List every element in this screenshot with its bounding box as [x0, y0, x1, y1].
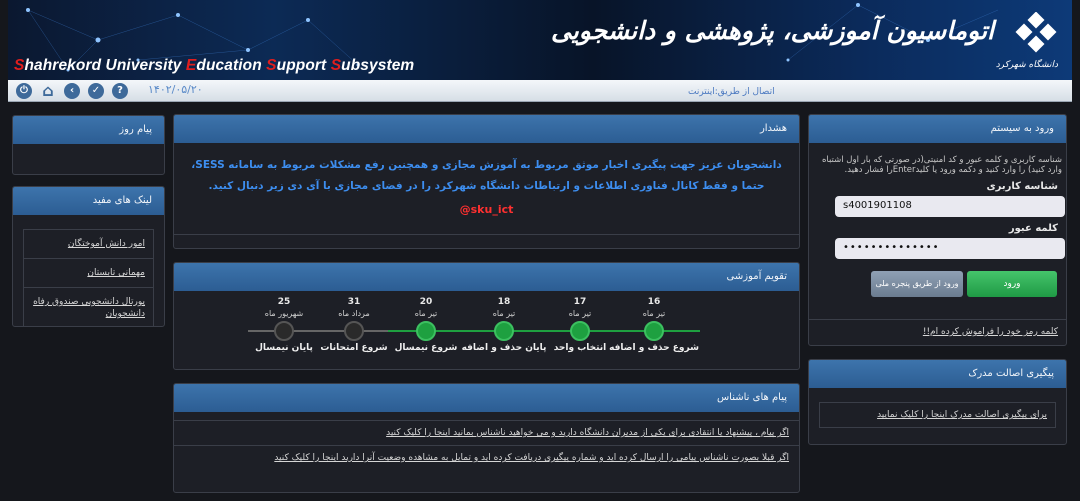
link-item-graduates[interactable]: امور دانش آموختگان [24, 230, 153, 259]
timeline-day: 17 [573, 297, 587, 307]
timeline-node-done [570, 321, 590, 341]
timeline-node-pending [344, 321, 364, 341]
alert-handle: @sku_ict [459, 203, 514, 216]
certificate-panel: پیگیری اصالت مدرک برای پیگیری اصالت مدرک… [808, 359, 1067, 445]
useful-links-title: لینک های مفید [13, 187, 164, 215]
header-banner: Shahrekord University Education Support … [8, 0, 1072, 80]
university-logo-icon [1015, 12, 1057, 53]
anonymous-track-link[interactable]: اگر قبلا بصورت ناشناس پیامی را ارسال کرد… [174, 445, 799, 470]
login-title: ورود به سیستم [809, 115, 1066, 143]
timeline-node-done [416, 321, 436, 341]
anonymous-send-link[interactable]: اگر پیام ، پیشنهاد یا انتقادی برای یکی ا… [174, 420, 799, 445]
timeline-month: تیر ماه [642, 309, 666, 318]
forgot-password-link[interactable]: کلمه رمز خود را فراموش کرده ام!! [923, 327, 1058, 337]
username-label: شناسه کاربری [986, 181, 1058, 192]
divider [174, 234, 799, 235]
calendar-timeline: 16 تیر ماه شروع حذف و اضافه 17 تیر ماه انتخاب… [174, 291, 799, 369]
password-input[interactable]: •••••••••••••• [835, 238, 1065, 259]
english-title: Shahrekord University Education Support … [14, 57, 415, 74]
divider [809, 319, 1066, 320]
certificate-title: پیگیری اصالت مدرک [809, 360, 1066, 388]
connection-status: اتصال از طریق:اینترنت [688, 87, 775, 97]
timeline-month: تیر ماه [568, 309, 592, 318]
timeline-pending-line [248, 330, 388, 332]
timeline-month: تیر ماه [414, 309, 438, 318]
alert-panel: هشدار دانشجویان عزیز جهت پیگیری اخبار مو… [173, 114, 800, 249]
password-label: کلمه عبور [1008, 223, 1058, 234]
national-window-login-button[interactable]: ورود از طریق پنجره ملی [871, 271, 963, 297]
timeline-node-pending [274, 321, 294, 341]
daily-message-title: پیام روز [13, 116, 164, 144]
timeline-node-done [644, 321, 664, 341]
alert-title: هشدار [174, 115, 799, 143]
timeline-month: تیر ماه [492, 309, 516, 318]
home-icon[interactable]: ⌂ [40, 83, 56, 99]
username-input[interactable]: s4001901108 [835, 196, 1065, 217]
toolbar: ⏻ ⌂ ‹ ✓ ? ۱۴۰۲/۰۵/۲۰ اتصال از طریق:اینتر… [8, 80, 1072, 102]
timeline-event-label: پایان حذف و اضافه [461, 343, 547, 353]
certificate-link[interactable]: برای پیگیری اصالت مدرک اینجا را کلیک نما… [819, 402, 1056, 428]
timeline-day: 31 [347, 297, 361, 307]
timeline-month: مرداد ماه [338, 309, 370, 318]
timeline-day: 16 [647, 297, 661, 307]
anonymous-title: پیام های ناشناس [174, 384, 799, 412]
timeline-day: 18 [497, 297, 511, 307]
alert-message: دانشجویان عزیز جهت پیگیری اخبار موثق مرب… [191, 159, 782, 192]
persian-title: اتوماسیون آموزشی، پژوهشی و دانشجویی [551, 16, 994, 45]
timeline-day: 25 [277, 297, 291, 307]
academic-calendar-panel: تقویم آموزشی 16 تیر ماه شروع حذف و اضافه 17… [173, 262, 800, 370]
link-item-summer-hosting[interactable]: مهمانی تابستان [24, 259, 153, 288]
power-icon[interactable]: ⏻ [16, 83, 32, 99]
help-icon[interactable]: ? [112, 83, 128, 99]
useful-links-panel: لینک های مفید امور دانش آموختگان مهمانی … [12, 186, 165, 327]
calendar-title: تقویم آموزشی [174, 263, 799, 291]
daily-message-panel: پیام روز [12, 115, 165, 175]
timeline-node-done [494, 321, 514, 341]
login-button[interactable]: ورود [967, 271, 1057, 297]
timeline-day: 20 [419, 297, 433, 307]
timeline-month: شهریور ماه [264, 309, 304, 318]
anonymous-messages-panel: پیام های ناشناس اگر پیام ، پیشنهاد یا ان… [173, 383, 800, 493]
login-instructions: شناسه کاربری و کلمه عبور و کد امنیتی(در … [821, 155, 1062, 175]
link-item-welfare-portal[interactable]: پورتال دانشجویی صندوق رفاه دانشجویان [24, 288, 153, 326]
current-date: ۱۴۰۲/۰۵/۲۰ [148, 83, 203, 96]
back-icon[interactable]: ‹ [64, 83, 80, 99]
check-icon[interactable]: ✓ [88, 83, 104, 99]
logo-caption: دانشگاه شهرکرد [995, 60, 1058, 70]
timeline-event-label: پایان نیمسال [255, 343, 313, 353]
login-panel: ورود به سیستم شناسه کاربری و کلمه عبور و… [808, 114, 1067, 346]
useful-links-list: امور دانش آموختگان مهمانی تابستان پورتال… [23, 229, 154, 326]
